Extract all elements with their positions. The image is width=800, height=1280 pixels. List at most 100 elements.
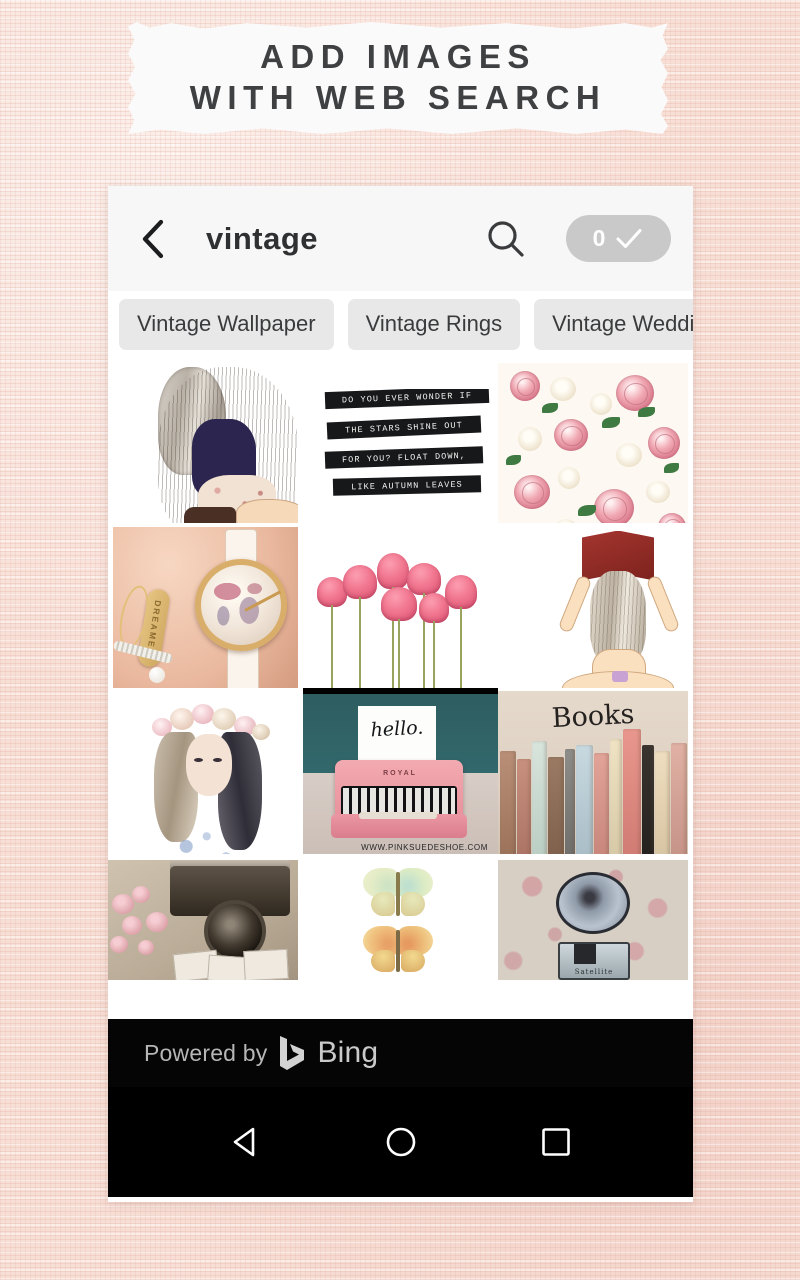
bing-b-icon [280,1036,305,1070]
quote-line-3: FOR YOU? FLOAT DOWN, [324,446,484,469]
chip-vintage-wallpaper[interactable]: Vintage Wallpaper [119,298,334,350]
result-tile[interactable]: hello. ROYAL WWW.PINKSUEDESHOE.COM [303,688,498,854]
rose-motif [554,419,588,451]
android-home-icon [386,1127,415,1157]
book-spine [548,757,564,854]
result-thumbnail-butterflies[interactable] [331,867,471,978]
result-tile[interactable] [108,357,303,523]
leaf-motif [578,505,596,516]
app-header: vintage 0 [108,186,693,291]
book-spine [565,749,575,854]
rose-motif [616,375,654,411]
book-spine [532,741,547,854]
image-results-grid[interactable]: DO YOU EVER WONDER IF THE STARS SHINE OU… [108,357,693,1019]
result-tile[interactable] [108,688,303,854]
result-tile[interactable] [303,853,498,1019]
result-tile[interactable]: Books [498,688,693,854]
blossom [122,915,142,935]
illustration-face [186,734,232,796]
white-flower-motif [590,393,612,415]
result-thumbnail-floral-pattern[interactable] [498,363,688,523]
result-thumbnail-dreamer-watch[interactable]: DREAMER [113,526,298,688]
book-spine [642,745,654,854]
result-thumbnail-vintage-books[interactable]: Books [498,691,688,854]
white-flower-motif [550,377,576,401]
illustration-boot [184,507,236,523]
result-thumbnail-girl-with-book[interactable] [540,530,690,688]
result-tile[interactable] [303,522,498,688]
android-back-icon [233,1127,254,1157]
paper-handwriting: hello. [370,716,424,742]
illustration-arm-right [645,573,681,634]
back-button[interactable] [130,211,176,267]
result-tile[interactable] [498,357,693,523]
android-recents-icon [541,1128,570,1156]
book-spine [594,753,609,854]
chevron-left-icon [142,219,164,258]
selection-confirm-pill[interactable]: 0 [566,215,671,262]
powered-by-label: Powered by [144,1039,268,1066]
camera-lens [574,943,596,964]
image-watermark: WWW.PINKSUEDESHOE.COM [361,843,488,852]
result-thumbnail-pink-typewriter[interactable]: hello. ROYAL WWW.PINKSUEDESHOE.COM [303,688,498,854]
leaf-motif [542,403,558,413]
camera-model-label: Satellite [574,967,614,976]
book-spine [671,743,687,854]
result-thumbnail-pink-tulips[interactable] [311,552,491,688]
bing-label: Bing [317,1036,379,1069]
pearl-bead [149,666,165,683]
chip-vintage-wedding[interactable]: Vintage Weddin [534,298,693,350]
banner-line-1: ADD IMAGES [260,38,536,76]
quote-line-4: LIKE AUTUMN LEAVES [332,475,482,496]
blossom [138,939,154,955]
result-tile[interactable]: DREAMER [108,522,303,688]
book-spine [655,751,670,854]
blossom [112,893,134,914]
result-thumbnail-sitting-girl[interactable] [158,367,298,523]
title-banner: ADD IMAGES WITH WEB SEARCH [128,22,668,134]
rose-motif [510,371,540,401]
result-tile[interactable] [108,853,303,1019]
result-thumbnail-vintage-camera[interactable] [108,859,298,980]
result-thumbnail-flower-crown-girl[interactable] [144,698,274,854]
rose-motif [594,489,634,523]
check-icon [616,228,642,248]
result-tile[interactable] [498,522,693,688]
search-icon [488,220,524,257]
book-spine [500,751,516,854]
powered-by-bing-bar: Powered by Bing [108,1019,693,1087]
search-query-text[interactable]: vintage [206,221,318,257]
suggestion-chips-row[interactable]: Vintage Wallpaper Vintage Rings Vintage … [108,291,693,357]
result-tile[interactable]: DO YOU EVER WONDER IF THE STARS SHINE OU… [303,357,498,523]
android-nav-bar[interactable] [108,1087,693,1197]
typewriter-spacebar [359,812,437,819]
result-tile[interactable]: Satellite [498,853,693,1019]
result-thumbnail-tape-quote[interactable]: DO YOU EVER WONDER IF THE STARS SHINE OU… [323,389,491,501]
book-spine [610,739,622,854]
chip-vintage-rings[interactable]: Vintage Rings [347,298,521,350]
android-back-button[interactable] [211,1107,281,1177]
leaf-motif [602,417,620,428]
blossom [132,885,150,903]
phone-screenshot: vintage 0 Vintage Wallpaper Vintage Ring… [108,186,693,1202]
old-photograph [243,948,289,980]
world-map-dial [207,570,275,639]
illustration-bikini [612,670,628,682]
book-spine [623,729,641,854]
book-spine [517,759,531,854]
android-recents-button[interactable] [521,1107,591,1177]
quote-line-1: DO YOU EVER WONDER IF [324,389,490,410]
selection-count: 0 [592,225,606,251]
rose-motif [648,427,680,459]
search-button[interactable] [478,211,534,267]
book-spine [576,745,593,854]
android-home-button[interactable] [366,1107,436,1177]
typewriter-brand-label: ROYAL [383,770,417,777]
flash-reflector [556,871,630,934]
quote-line-2: THE STARS SHINE OUT [326,415,482,440]
blossom [146,911,168,932]
white-flower-motif [558,467,580,489]
result-thumbnail-flash-camera[interactable]: Satellite [498,859,688,980]
leaf-motif [664,463,679,473]
rose-motif [658,513,686,523]
